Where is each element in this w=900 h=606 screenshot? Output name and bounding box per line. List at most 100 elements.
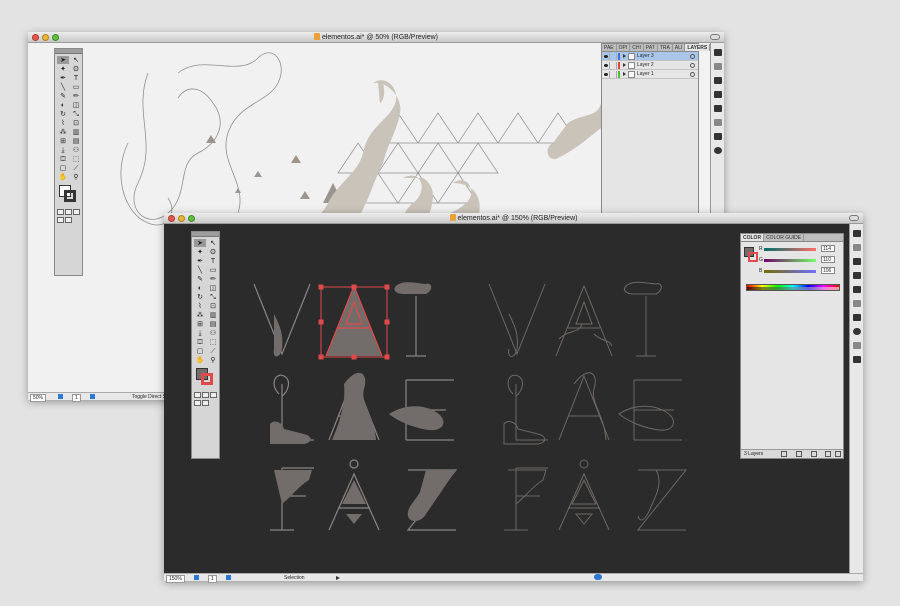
warp-icon[interactable]: ⌇: [57, 119, 69, 127]
toolbar-toggle-button[interactable]: [849, 215, 859, 221]
eyedropper-icon[interactable]: ⤓: [57, 146, 69, 154]
gradient-panel-icon[interactable]: [713, 133, 722, 140]
color-spectrum-bar[interactable]: [746, 284, 840, 291]
stroke-panel-icon[interactable]: [713, 119, 722, 126]
direct-selection-tool-icon[interactable]: ↖: [70, 56, 82, 64]
rectangle-tool-icon[interactable]: ▭: [70, 83, 82, 91]
free-transform-icon[interactable]: ⊡: [70, 119, 82, 127]
brush-panel-icon[interactable]: [852, 230, 861, 237]
horizontal-scroll-thumb[interactable]: [594, 574, 602, 580]
live-paint-selection-icon[interactable]: ⬚: [207, 338, 219, 346]
swatches-panel-icon[interactable]: [713, 63, 722, 70]
layer-row-3[interactable]: Layer 3: [602, 52, 698, 61]
graph-icon[interactable]: ▥: [70, 128, 82, 136]
draw-mode-button[interactable]: [57, 217, 64, 223]
rotate-icon[interactable]: ↻: [194, 293, 206, 301]
symbols-panel-icon[interactable]: [852, 258, 861, 265]
graphic-styles-icon[interactable]: [852, 272, 861, 279]
graph-icon[interactable]: ▥: [207, 311, 219, 319]
status-menu-arrow-icon[interactable]: [336, 576, 340, 580]
none-mode-button[interactable]: [73, 209, 80, 215]
delete-layer-icon[interactable]: [835, 451, 841, 457]
lock-toggle[interactable]: [610, 52, 617, 60]
warp-icon[interactable]: ⌇: [194, 302, 206, 310]
zoom-icon[interactable]: ⚲: [70, 173, 82, 181]
make-clipping-mask-icon[interactable]: [796, 451, 802, 457]
free-transform-icon[interactable]: ⊡: [207, 302, 219, 310]
visibility-eye-icon[interactable]: [603, 61, 610, 69]
layer-row-1[interactable]: Layer 1: [602, 70, 698, 79]
visibility-eye-icon[interactable]: [603, 70, 610, 78]
layer-row-2[interactable]: Layer 2: [602, 61, 698, 70]
live-paint-icon[interactable]: ⛋: [194, 338, 206, 346]
lasso-icon[interactable]: ʘ: [70, 65, 82, 73]
expand-triangle-icon[interactable]: [623, 54, 626, 58]
stroke-panel-icon[interactable]: [852, 300, 861, 307]
appearance-panel-icon[interactable]: [852, 286, 861, 293]
tab-tra[interactable]: TRA: [658, 44, 673, 51]
back-zoom-field[interactable]: 50%: [30, 394, 47, 402]
blob-brush-icon[interactable]: ◐: [194, 284, 206, 292]
visibility-eye-icon[interactable]: [603, 52, 610, 60]
lasso-icon[interactable]: ʘ: [207, 248, 219, 256]
rotate-icon[interactable]: ↻: [57, 110, 69, 118]
symbol-sprayer-icon[interactable]: ⁂: [57, 128, 69, 136]
brush-panel-icon[interactable]: [713, 49, 722, 56]
pencil-icon[interactable]: ✏: [70, 92, 82, 100]
transparency-panel-icon[interactable]: [713, 147, 722, 154]
layer-name[interactable]: Layer 1: [637, 71, 654, 77]
back-page-field[interactable]: 1: [72, 394, 81, 402]
next-page-button[interactable]: [90, 394, 95, 399]
symbols-panel-icon[interactable]: [713, 77, 722, 84]
eraser-icon[interactable]: ◫: [207, 284, 219, 292]
gradient-icon[interactable]: ▤: [70, 137, 82, 145]
direct-selection-tool-icon[interactable]: ↖: [207, 239, 219, 247]
type-tool-icon[interactable]: T: [70, 74, 82, 82]
symbol-sprayer-icon[interactable]: ⁂: [194, 311, 206, 319]
tab-color-guide[interactable]: COLOR GUIDE: [764, 234, 805, 241]
eyedropper-icon[interactable]: ⤓: [194, 329, 206, 337]
paintbrush-icon[interactable]: ✎: [194, 275, 206, 283]
color-mode-button[interactable]: [194, 392, 201, 398]
none-mode-button[interactable]: [210, 392, 217, 398]
new-layer-icon[interactable]: [825, 451, 831, 457]
hand-icon[interactable]: ✋: [194, 356, 206, 364]
front-page-field[interactable]: 1: [208, 575, 217, 583]
green-value-field[interactable]: 110: [821, 256, 835, 263]
blend-icon[interactable]: ⚇: [207, 329, 219, 337]
screen-mode-button[interactable]: [202, 400, 209, 406]
selection-tool-icon[interactable]: ➤: [57, 56, 69, 64]
color-mode-button[interactable]: [57, 209, 64, 215]
blue-slider[interactable]: [764, 270, 816, 273]
new-sublayer-icon[interactable]: [811, 451, 817, 457]
line-tool-icon[interactable]: ╲: [194, 266, 206, 274]
back-window-titlebar[interactable]: elementos.ai* @ 50% (RGB/Preview): [28, 32, 724, 43]
tab-ali[interactable]: ALI: [673, 44, 686, 51]
artboard-icon[interactable]: ▢: [57, 164, 69, 172]
tab-pae[interactable]: PAE: [602, 44, 617, 51]
gradient-mode-button[interactable]: [202, 392, 209, 398]
layer-target-icon[interactable]: [690, 71, 695, 77]
first-page-button[interactable]: [194, 575, 199, 580]
eraser-icon[interactable]: ◫: [70, 101, 82, 109]
zoom-icon[interactable]: ⚲: [207, 356, 219, 364]
pen-tool-icon[interactable]: ✒: [194, 257, 206, 265]
back-fill-stroke-swatches[interactable]: [57, 184, 80, 206]
tab-pat[interactable]: PAT: [644, 44, 658, 51]
artboard-icon[interactable]: ▢: [194, 347, 206, 355]
magic-wand-icon[interactable]: ✦: [57, 65, 69, 73]
slice-icon[interactable]: ⟋: [70, 164, 82, 172]
align-panel-icon[interactable]: [852, 342, 861, 349]
first-page-button[interactable]: [58, 394, 63, 399]
front-window-titlebar[interactable]: elementos.ai* @ 150% (RGB/Preview): [164, 213, 863, 224]
type-tool-icon[interactable]: T: [207, 257, 219, 265]
pathfinder-panel-icon[interactable]: [852, 356, 861, 363]
locate-object-icon[interactable]: [781, 451, 787, 457]
layer-target-icon[interactable]: [690, 62, 695, 68]
appearance-panel-icon[interactable]: [713, 105, 722, 112]
tab-color[interactable]: COLOR: [741, 234, 765, 241]
stroke-swatch[interactable]: [201, 373, 213, 385]
scale-icon[interactable]: ⤡: [70, 110, 82, 118]
blend-icon[interactable]: ⚇: [70, 146, 82, 154]
selection-tool-icon[interactable]: ➤: [194, 239, 206, 247]
